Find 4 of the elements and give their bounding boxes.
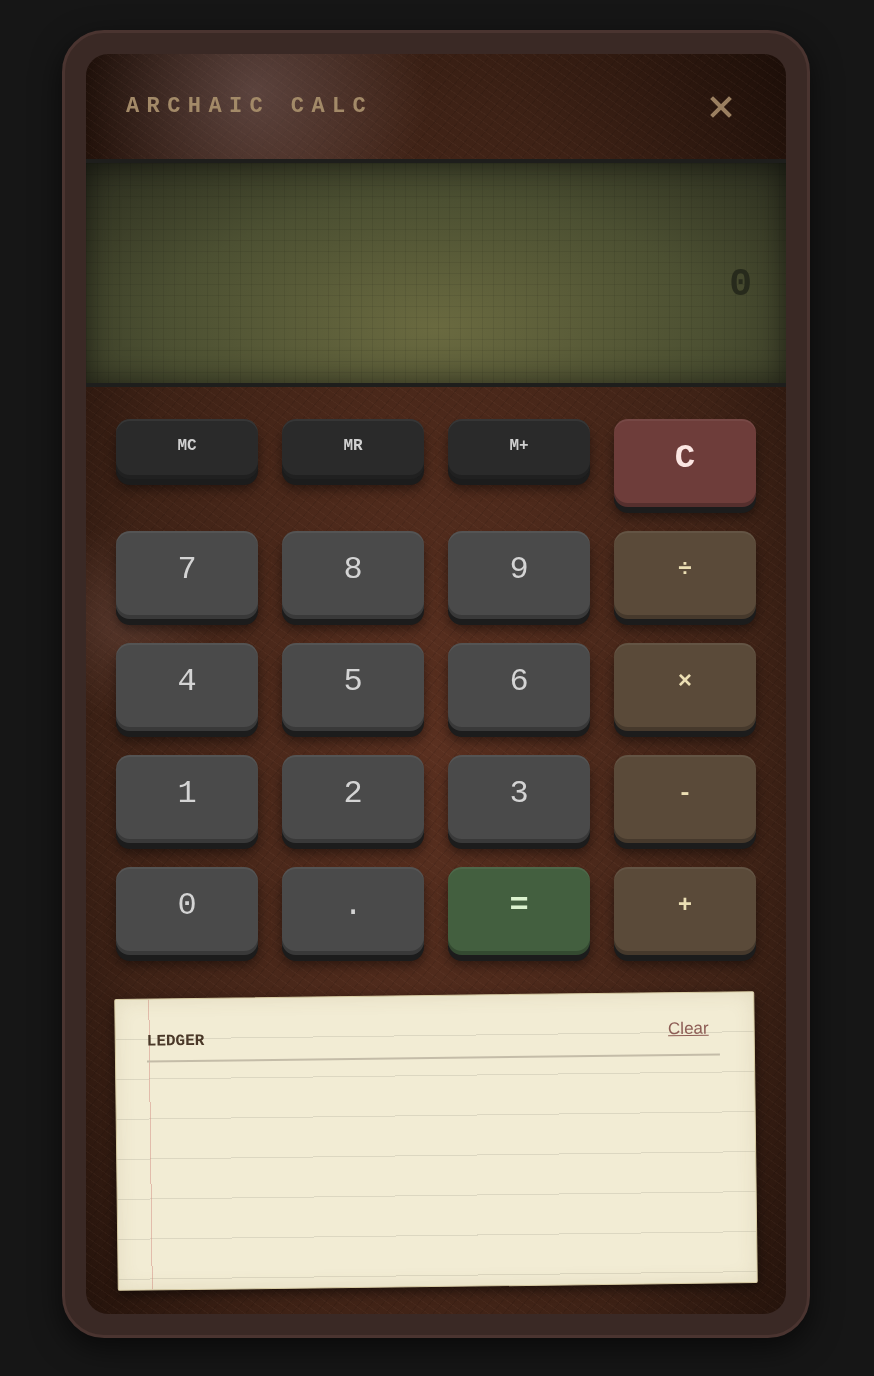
ledger-title: LEDGER — [146, 1030, 205, 1052]
app-title: ARCHAIC CALC — [126, 93, 374, 121]
ledger-clear-link[interactable]: Clear — [667, 1018, 709, 1040]
close-icon[interactable] — [710, 95, 732, 118]
